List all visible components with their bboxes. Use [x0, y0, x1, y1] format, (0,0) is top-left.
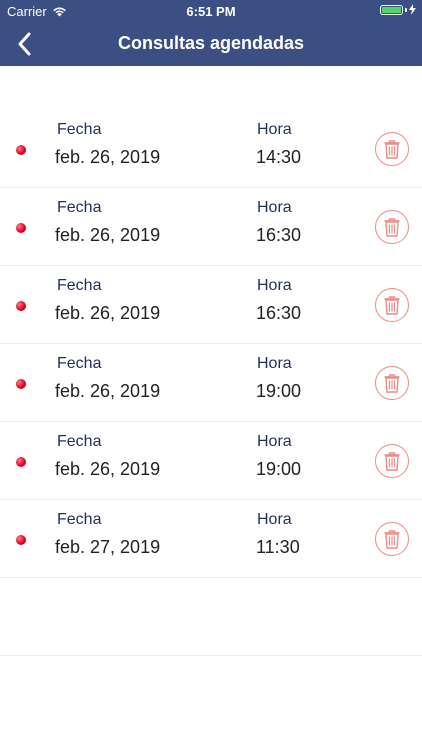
- date-value: feb. 26, 2019: [55, 147, 161, 167]
- appointment-row: Fecha feb. 27, 2019 Hora 11:30: [0, 500, 422, 578]
- date-value: feb. 26, 2019: [55, 381, 161, 401]
- trash-icon: [384, 451, 400, 471]
- time-value: 16:30: [256, 225, 302, 245]
- red-dot-icon: [16, 223, 26, 233]
- date-value: feb. 26, 2019: [55, 459, 161, 479]
- date-value: feb. 26, 2019: [55, 225, 161, 245]
- appointments-list: Fecha feb. 26, 2019 Hora 14:30 Fecha feb…: [0, 110, 422, 656]
- page-title: Consultas agendadas: [117, 33, 305, 53]
- status-bar: Carrier 6:51 PM: [0, 0, 422, 22]
- trash-icon: [384, 139, 400, 159]
- time-value: 16:30: [256, 303, 302, 323]
- appointment-row: Fecha feb. 26, 2019 Hora 19:00: [0, 422, 422, 500]
- empty-row-separator: [0, 578, 422, 656]
- appointment-row: Fecha feb. 26, 2019 Hora 16:30: [0, 266, 422, 344]
- red-dot-icon: [16, 379, 26, 389]
- delete-button[interactable]: [375, 210, 409, 244]
- charging-bolt-icon: [409, 4, 416, 15]
- delete-button[interactable]: [375, 522, 409, 556]
- trash-icon: [384, 373, 400, 393]
- time-label: Hora: [257, 277, 292, 294]
- time-label: Hora: [257, 355, 292, 372]
- appointment-row: Fecha feb. 26, 2019 Hora 16:30: [0, 188, 422, 266]
- time-label: Hora: [257, 433, 292, 450]
- date-label: Fecha: [57, 355, 102, 372]
- time-label: Hora: [257, 121, 292, 138]
- red-dot-icon: [16, 457, 26, 467]
- date-value: feb. 26, 2019: [55, 303, 161, 323]
- date-label: Fecha: [57, 433, 102, 450]
- time-value: 19:00: [256, 381, 302, 401]
- battery-level: [382, 6, 401, 13]
- date-label: Fecha: [57, 277, 102, 294]
- red-dot-icon: [16, 301, 26, 311]
- delete-button[interactable]: [375, 444, 409, 478]
- time-label: Hora: [257, 199, 292, 216]
- trash-icon: [384, 217, 400, 237]
- trash-icon: [384, 529, 400, 549]
- status-time: 6:51 PM: [186, 4, 236, 19]
- time-value: 19:00: [256, 459, 302, 479]
- red-dot-icon: [16, 535, 26, 545]
- delete-button[interactable]: [375, 288, 409, 322]
- date-value: feb. 27, 2019: [55, 537, 161, 557]
- appointment-row: Fecha feb. 26, 2019 Hora 14:30: [0, 110, 422, 188]
- date-label: Fecha: [57, 199, 102, 216]
- time-label: Hora: [257, 511, 292, 528]
- time-value: 14:30: [256, 147, 302, 167]
- battery-cap: [405, 7, 407, 12]
- time-value: 11:30: [256, 537, 300, 557]
- app-header: Carrier 6:51 PM Consultas agendadas: [0, 0, 422, 66]
- date-label: Fecha: [57, 511, 102, 528]
- battery-indicator: [380, 4, 416, 15]
- navigation-bar: Consultas agendadas: [0, 22, 422, 66]
- appointment-row: Fecha feb. 26, 2019 Hora 19:00: [0, 344, 422, 422]
- red-dot-icon: [16, 145, 26, 155]
- delete-button[interactable]: [375, 366, 409, 400]
- delete-button[interactable]: [375, 132, 409, 166]
- battery-icon: [380, 4, 403, 15]
- date-label: Fecha: [57, 121, 102, 138]
- trash-icon: [384, 295, 400, 315]
